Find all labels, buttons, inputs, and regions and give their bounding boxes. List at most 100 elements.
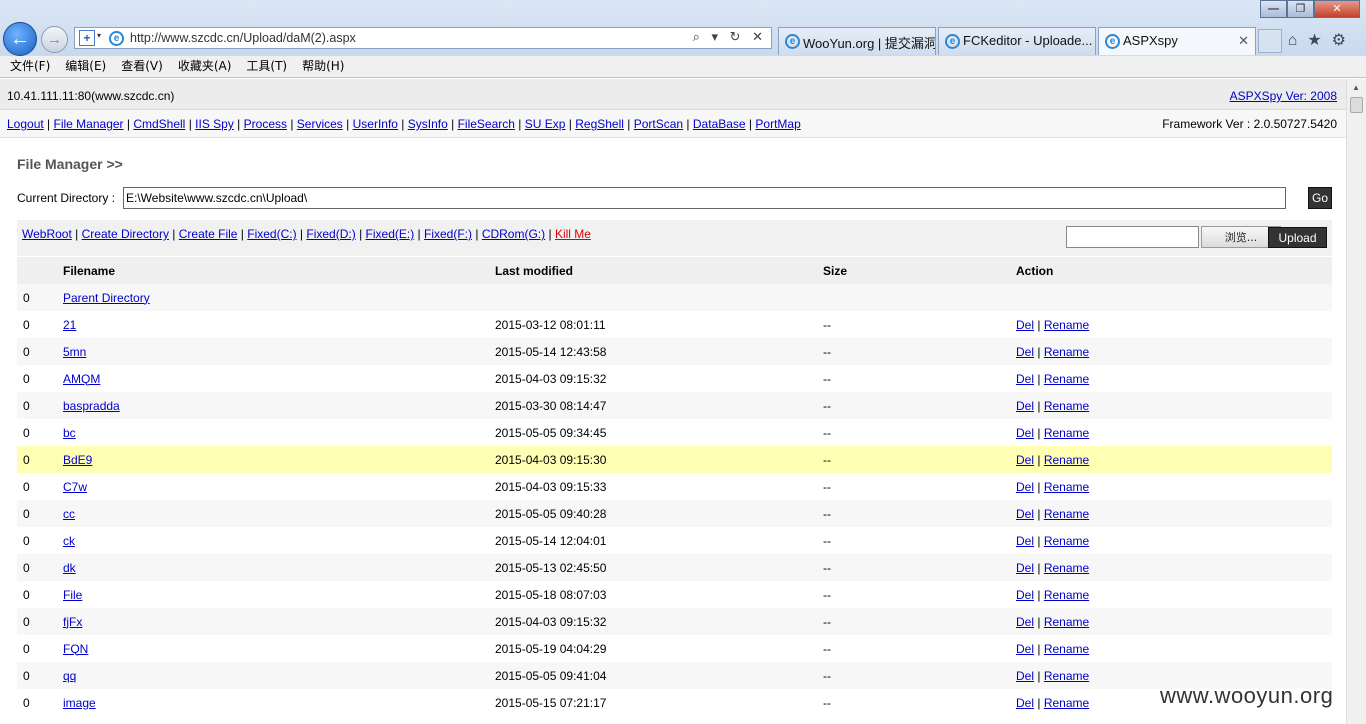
menu-edit[interactable]: 编辑(E): [65, 56, 106, 77]
del-link[interactable]: Del: [1016, 399, 1034, 413]
nav-link-1[interactable]: File Manager: [54, 117, 124, 131]
nav-link-5[interactable]: Services: [297, 117, 343, 131]
close-window-button[interactable]: ✕: [1314, 0, 1360, 18]
filename-link[interactable]: baspradda: [63, 399, 120, 413]
rename-link[interactable]: Rename: [1044, 318, 1089, 332]
del-link[interactable]: Del: [1016, 507, 1034, 521]
chevron-down-icon[interactable]: ▾: [97, 31, 101, 40]
filename-link[interactable]: BdE9: [63, 453, 92, 467]
scroll-thumb[interactable]: [1350, 97, 1363, 113]
new-tab-button[interactable]: [1258, 29, 1282, 53]
filename-link[interactable]: bc: [63, 426, 76, 440]
rename-link[interactable]: Rename: [1044, 669, 1089, 683]
home-icon[interactable]: ⌂: [1288, 32, 1308, 49]
del-link[interactable]: Del: [1016, 669, 1034, 683]
filename-link[interactable]: File: [63, 588, 82, 602]
parent-directory-link[interactable]: Parent Directory: [63, 291, 150, 305]
del-link[interactable]: Del: [1016, 345, 1034, 359]
nav-link-13[interactable]: PortMap: [755, 117, 800, 131]
del-link[interactable]: Del: [1016, 480, 1034, 494]
del-link[interactable]: Del: [1016, 372, 1034, 386]
rename-link[interactable]: Rename: [1044, 588, 1089, 602]
minimize-button[interactable]: —: [1260, 0, 1287, 18]
rename-link[interactable]: Rename: [1044, 561, 1089, 575]
kill-me-link[interactable]: Kill Me: [555, 227, 591, 241]
rename-link[interactable]: Rename: [1044, 345, 1089, 359]
rename-link[interactable]: Rename: [1044, 615, 1089, 629]
filename-link[interactable]: FQN: [63, 642, 88, 656]
del-link[interactable]: Del: [1016, 615, 1034, 629]
del-link[interactable]: Del: [1016, 534, 1034, 548]
filename-link[interactable]: cc: [63, 507, 75, 521]
tab-wooyun[interactable]: e WooYun.org | 提交漏洞: [778, 27, 936, 55]
filename-link[interactable]: image: [63, 696, 96, 710]
menu-favorites[interactable]: 收藏夹(A): [178, 56, 232, 77]
rename-link[interactable]: Rename: [1044, 480, 1089, 494]
back-button[interactable]: ←: [3, 22, 37, 56]
go-button[interactable]: Go: [1308, 187, 1332, 209]
filename-link[interactable]: 21: [63, 318, 76, 332]
vertical-scrollbar[interactable]: ▲: [1346, 79, 1366, 724]
tab-fckeditor[interactable]: e FCKeditor - Uploade...: [938, 27, 1096, 55]
star-icon[interactable]: ★: [1307, 32, 1331, 49]
nav-link-12[interactable]: DataBase: [693, 117, 746, 131]
filename-link[interactable]: qq: [63, 669, 76, 683]
del-link[interactable]: Del: [1016, 561, 1034, 575]
del-link[interactable]: Del: [1016, 453, 1034, 467]
drive-link-0[interactable]: WebRoot: [22, 227, 72, 241]
filename-link[interactable]: C7w: [63, 480, 87, 494]
nav-link-10[interactable]: RegShell: [575, 117, 624, 131]
current-directory-input[interactable]: [123, 187, 1286, 209]
drive-link-3[interactable]: Fixed(C:): [247, 227, 296, 241]
rename-link[interactable]: Rename: [1044, 696, 1089, 710]
nav-link-3[interactable]: IIS Spy: [195, 117, 234, 131]
close-tab-icon[interactable]: ✕: [1238, 33, 1249, 49]
nav-link-7[interactable]: SysInfo: [408, 117, 448, 131]
address-url[interactable]: http://www.szcdc.cn/Upload/daM(2).aspx: [130, 31, 356, 45]
drive-link-1[interactable]: Create Directory: [82, 227, 169, 241]
rename-link[interactable]: Rename: [1044, 453, 1089, 467]
rename-link[interactable]: Rename: [1044, 534, 1089, 548]
del-link[interactable]: Del: [1016, 426, 1034, 440]
forward-button[interactable]: →: [41, 26, 68, 53]
rename-link[interactable]: Rename: [1044, 642, 1089, 656]
drive-link-5[interactable]: Fixed(E:): [366, 227, 415, 241]
rename-link[interactable]: Rename: [1044, 372, 1089, 386]
maximize-button[interactable]: ❐: [1287, 0, 1314, 18]
nav-link-2[interactable]: CmdShell: [133, 117, 185, 131]
upload-button[interactable]: Upload: [1268, 227, 1327, 248]
menu-view[interactable]: 查看(V): [121, 56, 163, 77]
menu-tools[interactable]: 工具(T): [246, 56, 287, 77]
del-link[interactable]: Del: [1016, 696, 1034, 710]
filename-link[interactable]: ck: [63, 534, 75, 548]
del-link[interactable]: Del: [1016, 318, 1034, 332]
nav-link-0[interactable]: Logout: [7, 117, 44, 131]
tab-aspxspy[interactable]: e ASPXspy ✕: [1098, 27, 1256, 55]
menu-help[interactable]: 帮助(H): [302, 56, 344, 77]
filename-link[interactable]: dk: [63, 561, 76, 575]
del-link[interactable]: Del: [1016, 642, 1034, 656]
rename-link[interactable]: Rename: [1044, 426, 1089, 440]
drive-link-6[interactable]: Fixed(F:): [424, 227, 472, 241]
nav-link-4[interactable]: Process: [244, 117, 287, 131]
scroll-up-icon[interactable]: ▲: [1352, 83, 1360, 92]
filename-link[interactable]: AMQM: [63, 372, 100, 386]
nav-link-11[interactable]: PortScan: [634, 117, 683, 131]
address-bar[interactable]: + ▾ e http://www.szcdc.cn/Upload/daM(2).…: [74, 27, 772, 49]
upload-file-path[interactable]: [1066, 226, 1199, 248]
drive-link-7[interactable]: CDRom(G:): [482, 227, 545, 241]
nav-link-6[interactable]: UserInfo: [353, 117, 398, 131]
rename-link[interactable]: Rename: [1044, 507, 1089, 521]
del-link[interactable]: Del: [1016, 588, 1034, 602]
address-tools[interactable]: ⌕ ▾ ↻ ✕: [693, 29, 767, 45]
filename-link[interactable]: 5mn: [63, 345, 86, 359]
nav-link-9[interactable]: SU Exp: [525, 117, 566, 131]
version-link[interactable]: ASPXSpy Ver: 2008: [1230, 89, 1337, 103]
compat-view-icon[interactable]: +: [79, 30, 95, 46]
nav-link-8[interactable]: FileSearch: [458, 117, 515, 131]
drive-link-2[interactable]: Create File: [179, 227, 238, 241]
gear-icon[interactable]: ⚙: [1332, 32, 1356, 49]
filename-link[interactable]: fjFx: [63, 615, 82, 629]
rename-link[interactable]: Rename: [1044, 399, 1089, 413]
drive-link-4[interactable]: Fixed(D:): [306, 227, 355, 241]
